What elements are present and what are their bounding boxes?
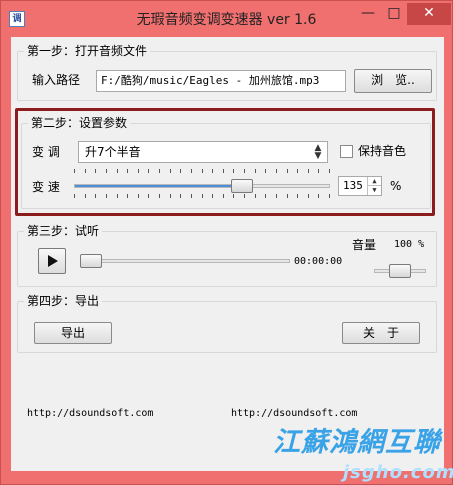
client-area: 第一步：打开音频文件 输入路径 F:/酷狗/music/Eagles - 加州旅…	[11, 37, 444, 471]
watermark-sub: jsgho.com	[343, 462, 453, 483]
playback-time: 00:00:00	[294, 256, 343, 267]
path-input[interactable]: F:/酷狗/music/Eagles - 加州旅馆.mp3	[96, 70, 346, 92]
playback-progress-thumb[interactable]	[80, 254, 102, 268]
highlight-frame	[15, 108, 435, 216]
playback-progress-track[interactable]	[80, 259, 290, 263]
app-window: 调 无瑕音频变调变速器 ver 1.6 — □ ✕ 第一步：打开音频文件 输入路…	[0, 0, 453, 485]
maximize-button[interactable]: □	[381, 3, 407, 25]
watermark-main: 江蘇鴻網互聯	[273, 427, 441, 458]
minimize-button[interactable]: —	[355, 3, 381, 25]
volume-label: 音量	[352, 238, 377, 252]
step4-title: 第四步：导出	[24, 294, 103, 308]
step4-group: 第四步：导出 导出 关 于	[17, 294, 437, 353]
footer-url-right[interactable]: http://dsoundsoft.com	[231, 407, 357, 421]
export-button[interactable]: 导出	[34, 322, 112, 344]
footer-url-left[interactable]: http://dsoundsoft.com	[27, 407, 153, 421]
play-icon	[48, 255, 58, 267]
title-bar[interactable]: 调 无瑕音频变调变速器 ver 1.6 — □ ✕	[1, 1, 452, 37]
close-button[interactable]: ✕	[407, 3, 451, 25]
step3-title: 第三步：试听	[24, 224, 103, 238]
volume-slider-thumb[interactable]	[389, 264, 411, 278]
browse-button[interactable]: 浏 览..	[354, 69, 432, 93]
watermark-logo: 江蘇鴻網互聯 jsgho.com	[273, 427, 453, 485]
path-label: 输入路径	[32, 73, 81, 87]
step1-title: 第一步：打开音频文件	[24, 44, 151, 58]
step3-group: 第三步：试听 00:00:00 音量 100 %	[17, 224, 437, 287]
volume-value: 100 %	[394, 239, 425, 250]
step1-group: 第一步：打开音频文件 输入路径 F:/酷狗/music/Eagles - 加州旅…	[17, 44, 437, 101]
play-button[interactable]	[38, 248, 66, 274]
about-button[interactable]: 关 于	[342, 322, 420, 344]
